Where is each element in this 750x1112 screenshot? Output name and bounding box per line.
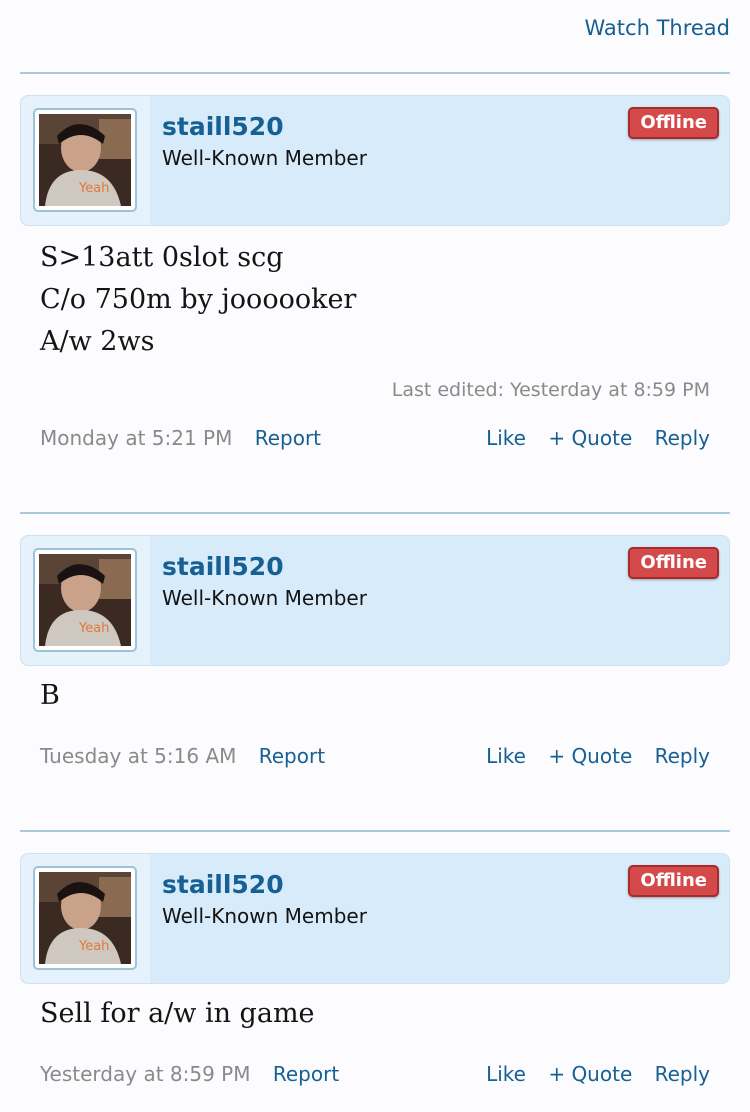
report-link[interactable]: Report xyxy=(255,426,321,450)
message-body: B xyxy=(40,675,60,717)
quote-link[interactable]: + Quote xyxy=(548,1062,632,1086)
avatar[interactable]: Yeah xyxy=(33,108,137,212)
username-link[interactable]: staill520 xyxy=(162,112,284,141)
avatar[interactable]: Yeah xyxy=(33,548,137,652)
message-body: Sell for a/w in game xyxy=(40,993,315,1035)
quote-link[interactable]: + Quote xyxy=(548,426,632,450)
post-footer: Yesterday at 8:59 PM Report Like + Quote… xyxy=(40,1062,710,1092)
svg-text:Yeah: Yeah xyxy=(78,181,109,196)
user-title: Well-Known Member xyxy=(162,146,367,170)
avatar-photo: Yeah xyxy=(39,872,131,964)
username-link[interactable]: staill520 xyxy=(162,552,284,581)
username-link[interactable]: staill520 xyxy=(162,870,284,899)
avatar-photo: Yeah xyxy=(39,554,131,646)
like-link[interactable]: Like xyxy=(486,1062,526,1086)
avatar-photo: Yeah xyxy=(39,114,131,206)
user-info-bar: Yeah staill520 Well-Known Member Offline xyxy=(20,853,730,984)
report-link[interactable]: Report xyxy=(273,1062,339,1086)
reply-link[interactable]: Reply xyxy=(655,426,710,450)
svg-text:Yeah: Yeah xyxy=(78,939,109,954)
reply-link[interactable]: Reply xyxy=(655,1062,710,1086)
post-divider xyxy=(20,72,730,74)
post: Yeah staill520 Well-Known Member Offline… xyxy=(20,512,730,812)
avatar-column: Yeah xyxy=(21,96,150,225)
post: Yeah staill520 Well-Known Member Offline… xyxy=(20,830,730,1112)
like-link[interactable]: Like xyxy=(486,744,526,768)
last-edited: Last edited: Yesterday at 8:59 PM xyxy=(391,379,710,401)
user-info-bar: Yeah staill520 Well-Known Member Offline xyxy=(20,95,730,226)
quote-link[interactable]: + Quote xyxy=(548,744,632,768)
post: Yeah staill520 Well-Known Member Offline… xyxy=(20,72,730,452)
user-info-bar: Yeah staill520 Well-Known Member Offline xyxy=(20,535,730,666)
post-divider xyxy=(20,830,730,832)
post-actions: Like + Quote Reply xyxy=(470,426,710,450)
post-actions: Like + Quote Reply xyxy=(470,1062,710,1086)
reply-link[interactable]: Reply xyxy=(655,744,710,768)
message-line: Sell for a/w in game xyxy=(40,998,315,1029)
status-badge: Offline xyxy=(628,547,719,579)
message-line: B xyxy=(40,680,60,711)
watch-thread-link[interactable]: Watch Thread xyxy=(585,16,730,40)
post-date[interactable]: Tuesday at 5:16 AM xyxy=(40,744,236,768)
post-footer: Tuesday at 5:16 AM Report Like + Quote R… xyxy=(40,744,710,774)
post-date[interactable]: Monday at 5:21 PM xyxy=(40,426,232,450)
user-title: Well-Known Member xyxy=(162,904,367,928)
post-actions: Like + Quote Reply xyxy=(470,744,710,768)
message-line: A/w 2ws xyxy=(40,326,155,357)
post-divider xyxy=(20,512,730,514)
report-link[interactable]: Report xyxy=(259,744,325,768)
status-badge: Offline xyxy=(628,107,719,139)
like-link[interactable]: Like xyxy=(486,426,526,450)
message-body: S>13att 0slot scg C/o 750m by joooooker … xyxy=(40,237,356,363)
svg-text:Yeah: Yeah xyxy=(78,621,109,636)
user-title: Well-Known Member xyxy=(162,586,367,610)
avatar-column: Yeah xyxy=(21,536,150,665)
avatar-column: Yeah xyxy=(21,854,150,983)
post-footer: Monday at 5:21 PM Report Like + Quote Re… xyxy=(40,426,710,456)
message-line: S>13att 0slot scg xyxy=(40,242,284,273)
avatar[interactable]: Yeah xyxy=(33,866,137,970)
status-badge: Offline xyxy=(628,865,719,897)
post-date[interactable]: Yesterday at 8:59 PM xyxy=(40,1062,251,1086)
message-line: C/o 750m by joooooker xyxy=(40,284,357,315)
